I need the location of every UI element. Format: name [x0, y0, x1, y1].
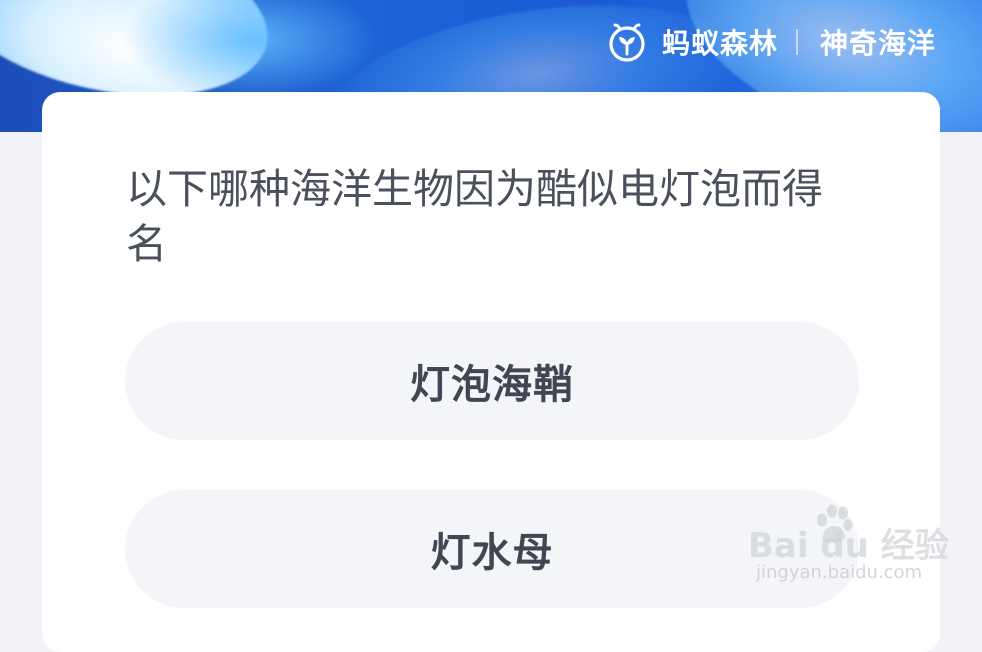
question-card: 以下哪种海洋生物因为酷似电灯泡而得名 灯泡海鞘 灯水母 [42, 92, 940, 652]
answer-option-a[interactable]: 灯泡海鞘 [125, 322, 859, 440]
brand-subtitle: 神奇海洋 [819, 27, 936, 60]
answer-option-label: 灯泡海鞘 [410, 362, 574, 408]
brand-header: 蚂蚁森林 神奇海洋 [604, 18, 936, 66]
brand-divider [795, 29, 798, 55]
brand-name: 蚂蚁森林 [661, 27, 778, 60]
answer-option-label: 灯水母 [430, 530, 554, 576]
answer-option-b[interactable]: 灯水母 [125, 490, 859, 608]
question-text: 以下哪种海洋生物因为酷似电灯泡而得名 [126, 165, 823, 268]
ant-forest-logo-icon [604, 19, 650, 65]
